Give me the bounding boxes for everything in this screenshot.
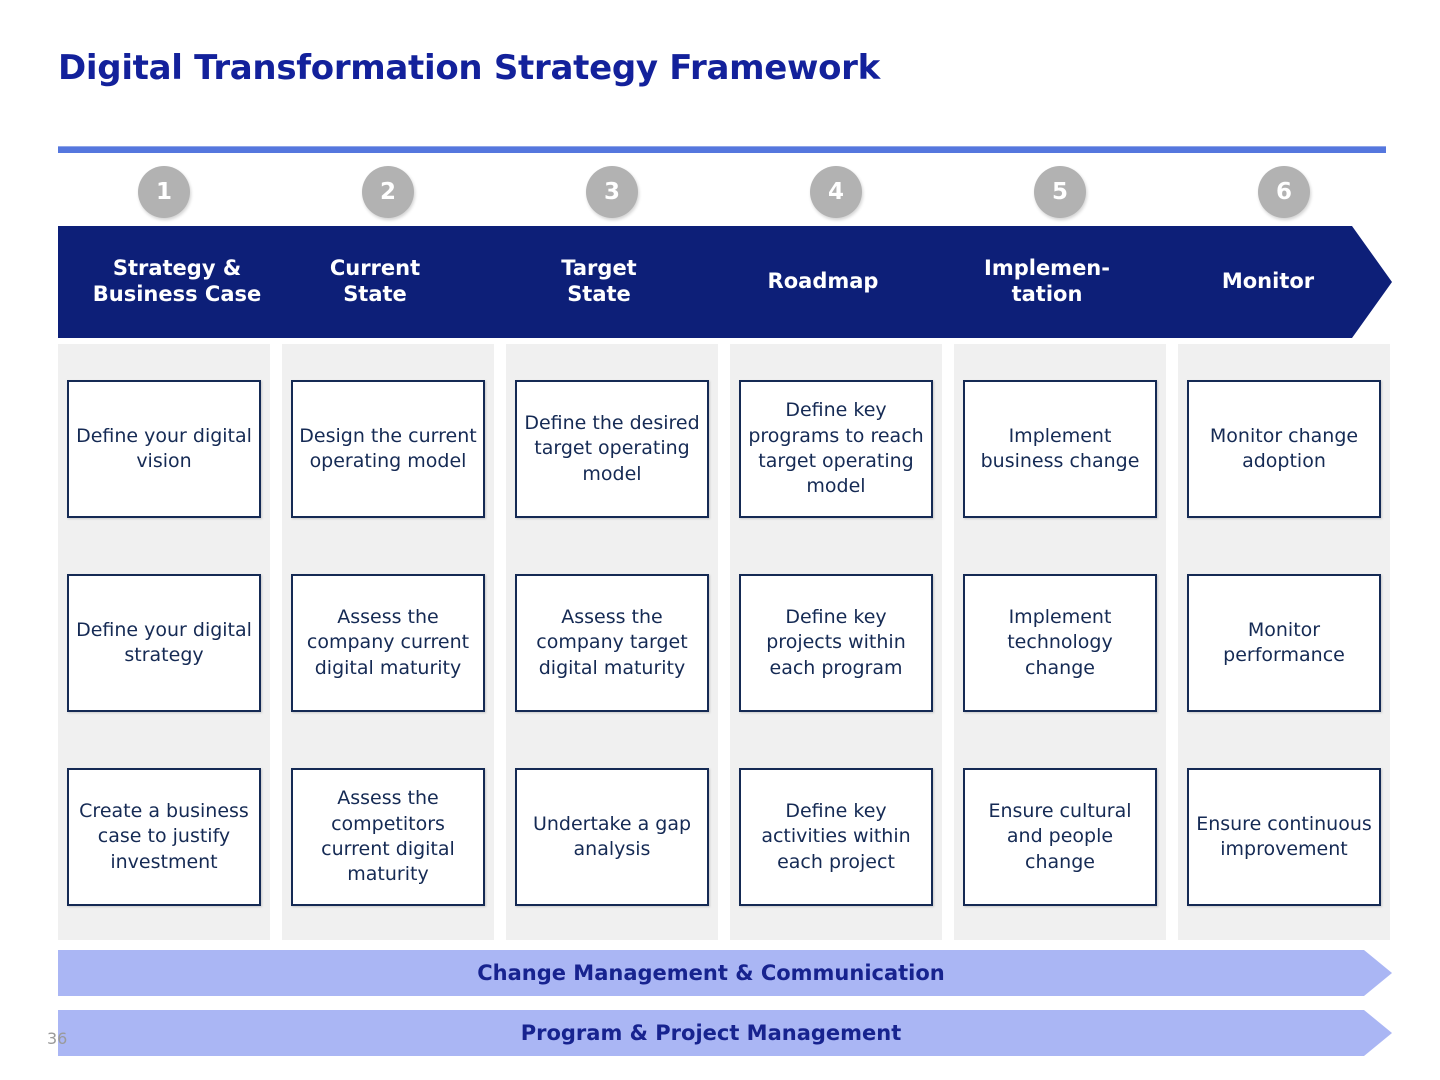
activity-box[interactable]: Implement business change xyxy=(963,380,1157,518)
activity-box[interactable]: Ensure cultural and people change xyxy=(963,768,1157,906)
chevron-label-line2: tation xyxy=(1011,282,1083,306)
activity-box[interactable]: Monitor performance xyxy=(1187,574,1381,712)
chevron-label-line1: Current xyxy=(329,256,421,281)
chevron-label-line1: Monitor xyxy=(1221,269,1315,294)
chevron-label-line1: Strategy & xyxy=(112,256,242,281)
chevron-label-line1: Implemen- xyxy=(984,256,1110,281)
activity-box[interactable]: Assess the company target digital maturi… xyxy=(515,574,709,712)
activity-box[interactable]: Define the desired target operating mode… xyxy=(515,380,709,518)
stage-badge-1: 1 xyxy=(138,166,190,218)
activity-box[interactable]: Define your digital vision xyxy=(67,380,261,518)
activity-box[interactable]: Implement technology change xyxy=(963,574,1157,712)
banner-program-project-management[interactable]: Program & Project Management xyxy=(58,1010,1392,1056)
activity-box[interactable]: Undertake a gap analysis xyxy=(515,768,709,906)
stage-chevron-strategy-business-case[interactable]: Strategy & Business Case xyxy=(58,226,318,338)
chevron-label-line2: State xyxy=(343,282,407,306)
activity-box[interactable]: Create a business case to justify invest… xyxy=(67,768,261,906)
chevron-label-line1: Roadmap xyxy=(767,269,879,294)
activity-box[interactable]: Assess the competitors current digital m… xyxy=(291,768,485,906)
activity-box[interactable]: Design the current operating model xyxy=(291,380,485,518)
activity-box[interactable]: Define key programs to reach target oper… xyxy=(739,380,933,518)
page-title: Digital Transformation Strategy Framewor… xyxy=(58,48,880,88)
activity-box[interactable]: Define your digital strategy xyxy=(67,574,261,712)
stage-badge-6: 6 xyxy=(1258,166,1310,218)
activity-grid: Define your digital vision Design the cu… xyxy=(58,344,1392,940)
activity-box[interactable]: Monitor change adoption xyxy=(1187,380,1381,518)
activity-box[interactable]: Ensure continuous improvement xyxy=(1187,768,1381,906)
chevron-label-line1: Target xyxy=(561,256,637,281)
stage-badge-2: 2 xyxy=(362,166,414,218)
activity-box[interactable]: Define key projects within each program xyxy=(739,574,933,712)
stage-badge-5: 5 xyxy=(1034,166,1086,218)
stage-number-badges: 1 2 3 4 5 6 xyxy=(58,166,1386,224)
chevron-label-line2: State xyxy=(567,282,631,306)
slide-number: 36 xyxy=(47,1029,68,1048)
banner-change-management[interactable]: Change Management & Communication xyxy=(58,950,1392,996)
activity-box[interactable]: Define key activities within each projec… xyxy=(739,768,933,906)
stage-badge-4: 4 xyxy=(810,166,862,218)
stage-chevron-band: Strategy & Business Case Current State Tar… xyxy=(58,226,1392,338)
title-divider xyxy=(58,146,1386,153)
chevron-label-line2: Business Case xyxy=(92,282,262,306)
activity-box[interactable]: Assess the company current digital matur… xyxy=(291,574,485,712)
stage-badge-3: 3 xyxy=(586,166,638,218)
